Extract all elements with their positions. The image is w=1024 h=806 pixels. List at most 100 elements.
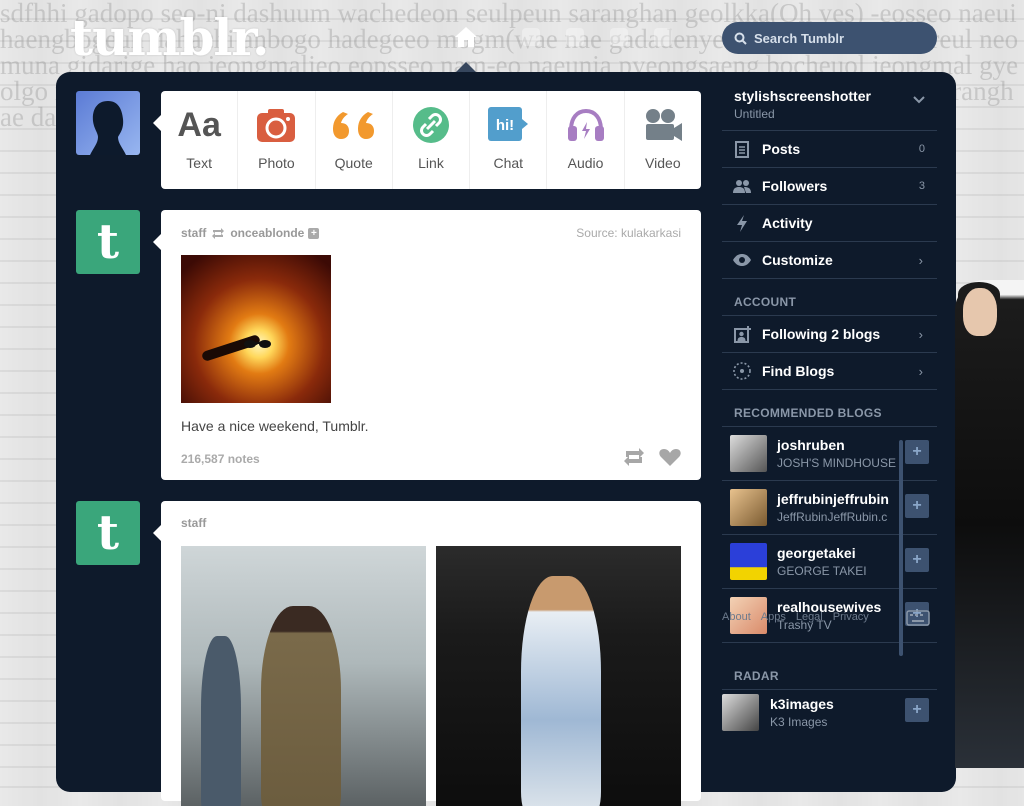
background-photo-face [963,288,997,336]
post-type-label: Link [418,155,444,171]
lightning-icon [732,214,752,232]
post-notes[interactable]: 216,587 notes [181,452,260,466]
post-photo[interactable] [181,255,331,403]
follow-button[interactable]: + [905,494,929,518]
post-composer: Aa Text Photo Quote Link hi! Chat Audio [153,91,701,189]
post-author-link[interactable]: staff [181,226,206,240]
blog-selector[interactable]: stylishscreenshotter Untitled [722,82,937,131]
follow-button[interactable]: + [905,548,929,572]
plus-icon: + [912,701,922,718]
recommended-blog-title: GEORGE TAKEI [777,564,867,578]
tumblr-logo[interactable]: tumblr. [70,8,269,67]
post-type-quote[interactable]: Quote [316,91,393,189]
post-author-link[interactable]: staff [181,516,206,530]
compass-icon [732,362,752,380]
reblogged-from-link[interactable]: onceablonde [230,226,304,240]
recommended-blog[interactable]: jeffrubinjeffrubin JeffRubinJeffRubin.c … [722,481,937,535]
sidebar-item-following[interactable]: Following 2 blogs › [722,316,937,353]
sidebar-item-posts[interactable]: Posts 0 [722,131,937,168]
chat-icon: hi! [488,105,529,145]
post-type-audio[interactable]: Audio [547,91,625,189]
blog-avatar [722,694,759,731]
footer-link-apps[interactable]: Apps [761,611,786,623]
sidebar-item-activity[interactable]: Activity [722,205,937,242]
post-card: staff [153,501,701,806]
radar-blog[interactable]: k3images K3 Images + [722,690,937,743]
plus-icon: + [912,443,922,460]
search-input[interactable]: Search Tumblr [722,22,937,54]
chevron-right-icon: › [918,326,923,342]
post-type-label: Chat [493,155,524,171]
model-figure [261,606,341,806]
post-type-label: Text [186,155,212,171]
chevron-right-icon: › [918,363,923,379]
explore-icon[interactable] [522,28,540,46]
recommended-blog-title: JeffRubinJeffRubin.c [777,510,888,524]
post-type-link[interactable]: Link [393,91,471,189]
sidebar-item-find-blogs[interactable]: Find Blogs › [722,353,937,390]
post-caption: Have a nice weekend, Tumblr. [181,418,369,434]
sidebar-item-followers[interactable]: Followers 3 [722,168,937,205]
headphones-icon [566,105,606,145]
chevron-down-icon [913,96,925,104]
recommended-blog[interactable]: joshruben JOSH'S MINDHOUSE + [722,427,937,481]
follow-button[interactable]: + [905,440,929,464]
post-type-video[interactable]: Video [625,91,701,189]
silhouette-icon [90,101,126,155]
sidebar-item-label: Posts [762,141,801,157]
sidebar-item-count: 0 [918,143,925,155]
svg-text:hi!: hi! [496,117,514,134]
section-heading: RADAR [722,653,937,690]
staff-avatar[interactable]: t [76,501,140,565]
blog-avatar [730,489,767,526]
camera-icon [257,105,296,145]
messaging-icon[interactable] [610,28,628,46]
footer-link-legal[interactable]: Legal [796,611,823,623]
sidebar-item-customize[interactable]: Customize › [722,242,937,279]
inbox-icon[interactable] [566,28,584,46]
nav-active-caret [456,62,476,72]
sidebar-item-label: Activity [762,215,813,231]
recommended-blog-name: joshruben [777,437,845,453]
add-person-icon [732,325,752,343]
follow-plus-icon[interactable]: + [308,227,320,239]
sidebar-item-count: 3 [918,180,925,192]
text-icon: Aa [177,105,221,144]
source-link[interactable]: kulakarkasi [621,226,681,240]
post-source[interactable]: Source: kulakarkasi [576,226,681,240]
sidebar-item-label: Following 2 blogs [762,326,881,342]
follow-button[interactable]: + [905,698,929,722]
eye-icon [732,254,752,266]
home-icon[interactable] [454,26,478,48]
sunglasses-shape [244,340,271,348]
post-type-label: Audio [567,155,604,171]
blog-avatar [730,435,767,472]
blog-subtitle: Untitled [734,107,775,121]
reblog-button[interactable] [623,448,645,466]
keyboard-icon[interactable] [906,610,930,626]
recommended-blog-name: georgetakei [777,545,856,561]
post-type-text[interactable]: Aa Text [161,91,239,189]
staff-avatar[interactable]: t [76,210,140,274]
footer-link-about[interactable]: About [722,611,751,623]
recommended-blog[interactable]: georgetakei GEORGE TAKEI + [722,535,937,589]
post-type-photo[interactable]: Photo [238,91,316,189]
recommended-blog-title: JOSH'S MINDHOUSE [777,456,896,470]
post-type-label: Quote [334,155,373,171]
post-type-chat[interactable]: hi! Chat [470,91,548,189]
recommended-blog-name: jeffrubinjeffrubin [777,491,889,507]
sidebar: stylishscreenshotter Untitled Posts 0 Fo… [722,82,937,743]
like-button[interactable] [659,448,681,466]
recommended-scrollbar[interactable] [899,440,903,656]
post-card: staff onceablonde + Source: kulakarkasi … [153,210,701,480]
footer-link-privacy[interactable]: Privacy [833,611,869,623]
search-icon [734,32,747,45]
post-photo[interactable] [436,546,681,806]
sidebar-item-label: Customize [762,252,833,268]
tumblr-t-icon: t [96,505,120,561]
account-icon[interactable] [654,28,672,46]
chevron-right-icon: › [918,252,923,268]
post-photo[interactable] [181,546,426,806]
user-avatar[interactable] [76,91,140,155]
quote-icon [332,105,375,145]
